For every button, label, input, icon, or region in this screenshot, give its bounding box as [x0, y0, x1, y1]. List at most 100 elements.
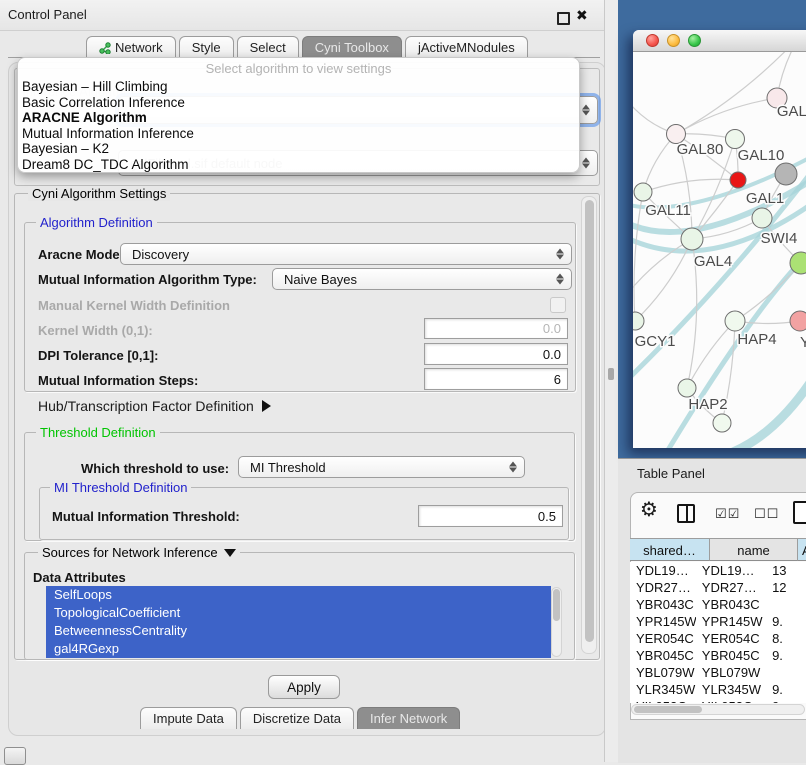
mi-threshold-field[interactable]: 0.5	[418, 505, 563, 527]
column-panes-icon[interactable]	[677, 504, 695, 523]
kernel-width-field[interactable]: 0.0	[424, 318, 568, 339]
network-node-gcy1[interactable]	[633, 312, 644, 330]
network-node-hap2[interactable]	[678, 379, 696, 397]
cyni-settings-title: Cyni Algorithm Settings	[28, 186, 170, 201]
table-cell: YIL052C	[630, 698, 696, 703]
tab-network[interactable]: Network	[86, 36, 176, 58]
close-window-icon[interactable]	[646, 34, 659, 47]
select-all-columns-icon[interactable]: ☑☑	[715, 506, 740, 522]
network-node-gal10[interactable]	[726, 130, 745, 149]
top-tab-bar: Network Style Select Cyni ToolboxjActiveMNo…	[86, 36, 528, 58]
table-hscrollbar[interactable]	[631, 704, 805, 715]
table-row[interactable]: YBR043CYBR043C	[630, 596, 806, 613]
minimized-panel-button[interactable]	[4, 747, 26, 765]
tab-cyni-toolbox[interactable]: Cyni Toolbox	[302, 36, 402, 58]
network-edge[interactable]	[643, 134, 676, 192]
attr-list-scrollbar-thumb[interactable]	[553, 589, 560, 621]
close-icon[interactable]: ✖	[576, 7, 588, 24]
table-hscrollbar-thumb[interactable]	[634, 706, 702, 713]
table-panel-title: Table Panel	[637, 466, 705, 481]
table-row[interactable]: YPR145WYPR145W9.	[630, 613, 806, 630]
tab-discretize-data[interactable]: Discretize Data	[240, 707, 354, 729]
table-cell: YIL052C	[696, 698, 768, 703]
network-node-gal11[interactable]	[634, 183, 652, 201]
settings-scrollbar-thumb[interactable]	[585, 200, 594, 642]
settings-scrollbar[interactable]	[581, 196, 597, 654]
tab-infer-network[interactable]: Infer Network	[357, 707, 460, 729]
tab-label: Style	[192, 37, 221, 58]
attribute-item-topologicalcoefficient[interactable]: TopologicalCoefficient	[46, 604, 551, 622]
column-header-3[interactable]: A	[798, 538, 806, 561]
table-cell: YPR145W	[630, 613, 696, 630]
minimize-window-icon[interactable]	[667, 34, 680, 47]
unselect-all-columns-icon[interactable]: ☐☐	[754, 506, 779, 522]
float-window-icon[interactable]	[557, 12, 570, 25]
table-row[interactable]: YBL079WYBL079W	[630, 664, 806, 681]
table-cell: YPR145W	[696, 613, 768, 630]
panel-splitter[interactable]	[604, 0, 619, 762]
table-cell: YLR345W	[696, 681, 768, 698]
zoom-window-icon[interactable]	[688, 34, 701, 47]
which-threshold-value: MI Threshold	[250, 460, 326, 475]
table-cell: YBR045C	[696, 647, 768, 664]
table-cell: YDR27…	[696, 579, 768, 596]
hub-definition-toggle[interactable]: Hub/Transcription Factor Definition	[38, 398, 271, 414]
network-canvas[interactable]: GAL7GAL80GAL10GAL1GAL11SWI4GAL4GCY1HAP4Y…	[633, 52, 806, 448]
network-node-y[interactable]	[790, 311, 806, 331]
table-row[interactable]: YDL19…YDL19…13	[630, 562, 806, 579]
column-header-1[interactable]: shared…	[630, 538, 710, 561]
tab-impute-data[interactable]: Impute Data	[140, 707, 237, 729]
network-node-gal1[interactable]	[730, 172, 746, 188]
attr-list-scrollbar[interactable]	[551, 587, 562, 657]
network-edge[interactable]	[643, 179, 738, 192]
table-cell: YBR043C	[630, 596, 696, 613]
attribute-item-gal4rgexp[interactable]: gal4RGexp	[46, 640, 551, 658]
network-edge[interactable]	[634, 192, 643, 321]
aracne-mode-combobox[interactable]: Discovery	[120, 243, 572, 265]
network-node[interactable]	[713, 414, 731, 432]
table-row[interactable]: YDR27…YDR27…12	[630, 579, 806, 596]
table-row[interactable]: YIL052CYIL052C9.	[630, 698, 806, 703]
algorithm-option-bayesian-hill-climbing[interactable]: Bayesian – Hill Climbing	[18, 79, 579, 95]
attribute-item-selfloops[interactable]: SelfLoops	[46, 586, 551, 604]
gear-icon[interactable]: ⚙	[640, 500, 658, 520]
table-row[interactable]: YER054CYER054C8.	[630, 630, 806, 647]
splitter-handle-icon[interactable]	[608, 368, 614, 380]
table-row[interactable]: YBR045CYBR045C9.	[630, 647, 806, 664]
table-cell: 9.	[768, 647, 806, 664]
algorithm-option-mutual-information-inference[interactable]: Mutual Information Inference	[18, 126, 579, 142]
network-node[interactable]	[775, 163, 797, 185]
tab-label: Select	[250, 37, 286, 58]
algorithm-dropdown-popup: Select algorithm to view settings Bayesi…	[17, 57, 580, 173]
mi-steps-label: Mutual Information Steps:	[38, 373, 198, 388]
algorithm-option-aracne-algorithm[interactable]: ARACNE Algorithm	[18, 110, 579, 126]
table-row[interactable]: YLR345WYLR345W9.	[630, 681, 806, 698]
which-threshold-combobox[interactable]: MI Threshold	[238, 456, 525, 478]
data-attributes-list[interactable]: SelfLoopsTopologicalCoefficientBetweenne…	[46, 586, 551, 658]
manual-kernel-checkbox[interactable]	[550, 297, 566, 313]
mi-threshold-label: Mutual Information Threshold:	[52, 509, 240, 524]
tab-jactivemnodules[interactable]: jActiveMNodules	[405, 36, 528, 58]
manual-kernel-label: Manual Kernel Width Definition	[38, 298, 230, 313]
mi-steps-field[interactable]: 6	[424, 368, 568, 390]
network-edge[interactable]	[676, 98, 777, 134]
threshold-definition-title: Threshold Definition	[36, 425, 160, 440]
algorithm-option-dream8-dc-tdc-algorithm[interactable]: Dream8 DC_TDC Algorithm	[18, 157, 579, 173]
network-node-gal4[interactable]	[681, 228, 703, 250]
network-view-window[interactable]: GAL7GAL80GAL10GAL1GAL11SWI4GAL4GCY1HAP4Y…	[633, 30, 806, 448]
dpi-tolerance-field[interactable]: 0.0	[424, 343, 568, 365]
sources-toggle[interactable]: Sources for Network Inference	[38, 545, 240, 560]
network-edge-thick[interactable]	[733, 354, 806, 448]
attribute-item-betweennesscentrality[interactable]: BetweennessCentrality	[46, 622, 551, 640]
network-node-hap4[interactable]	[725, 311, 745, 331]
algorithm-option-basic-correlation-inference[interactable]: Basic Correlation Inference	[18, 95, 579, 111]
new-table-icon[interactable]	[793, 501, 806, 524]
tab-select[interactable]: Select	[237, 36, 299, 58]
network-node-swi4[interactable]	[752, 208, 772, 228]
tab-style[interactable]: Style	[179, 36, 234, 58]
column-header-2[interactable]: name	[710, 538, 798, 561]
mi-type-combobox[interactable]: Naive Bayes	[272, 268, 572, 290]
algorithm-option-bayesian-k2[interactable]: Bayesian – K2	[18, 141, 579, 157]
network-window-titlebar[interactable]	[633, 30, 806, 52]
apply-button[interactable]: Apply	[268, 675, 340, 699]
